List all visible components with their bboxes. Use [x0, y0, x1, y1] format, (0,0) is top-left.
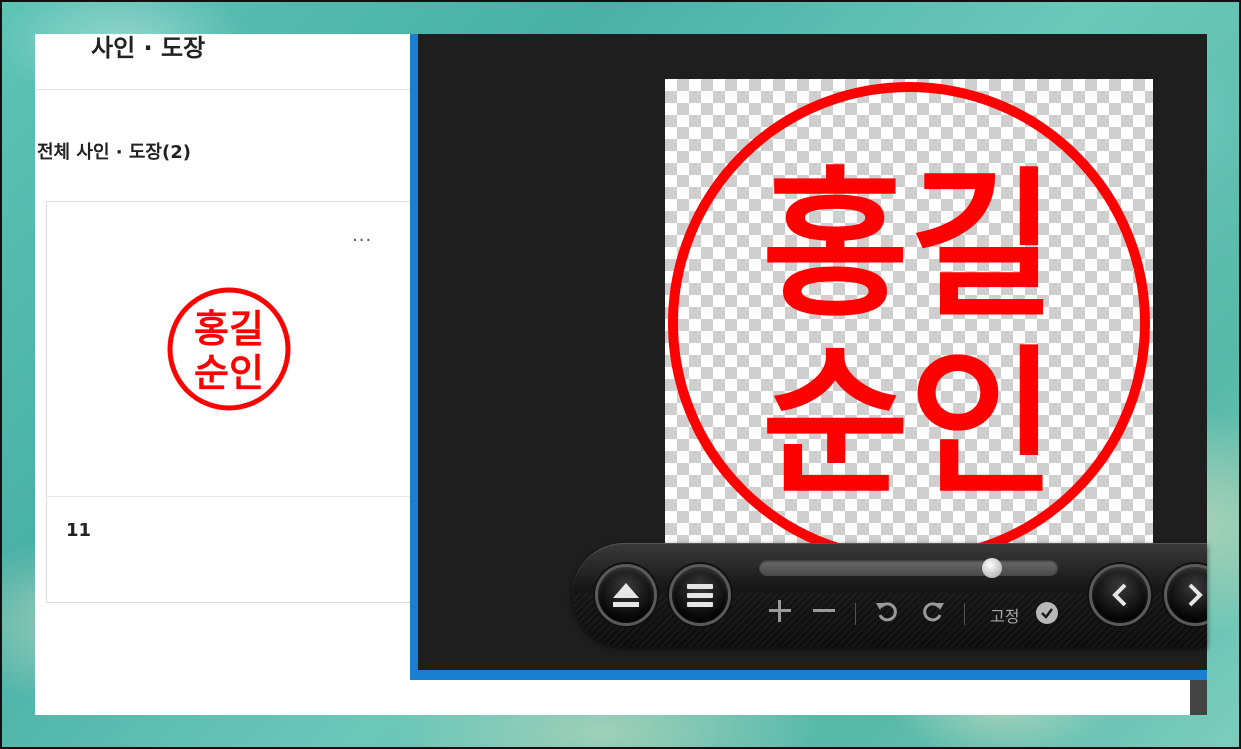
- scrollbar[interactable]: [1190, 680, 1207, 715]
- control-separator: [855, 603, 856, 625]
- menu-button[interactable]: [669, 564, 731, 626]
- page-title: 사인 · 도장: [91, 34, 206, 62]
- rotate-right-icon[interactable]: [920, 598, 946, 630]
- next-button[interactable]: [1164, 564, 1207, 626]
- stamp-text-line1-large: 홍길: [762, 152, 1056, 339]
- stamp-large-image: 홍길 순인: [668, 82, 1150, 564]
- control-separator: [964, 603, 965, 625]
- check-icon: [1041, 608, 1053, 619]
- fix-label: 고정: [990, 607, 1020, 626]
- title-divider: [35, 89, 411, 90]
- fix-toggle[interactable]: [1036, 602, 1058, 624]
- stamp-card[interactable]: ··· 홍길 순인 11: [46, 201, 426, 603]
- viewer-control-bar: 고정: [572, 543, 1207, 647]
- stamp-thumbnail-image: 홍길 순인: [167, 287, 291, 411]
- eject-button[interactable]: [595, 564, 657, 626]
- menu-icon: [687, 584, 713, 607]
- stamp-name: 11: [66, 520, 92, 541]
- previous-button[interactable]: [1089, 564, 1151, 626]
- progress-slider[interactable]: [759, 560, 1058, 576]
- eject-icon: [613, 583, 639, 607]
- stamp-text-line1: 홍길: [194, 307, 264, 351]
- stamp-thumbnail: 홍길 순인: [47, 202, 425, 496]
- zoom-in-icon[interactable]: [767, 598, 793, 630]
- section-label: 전체 사인 · 도장(2): [37, 142, 191, 163]
- card-divider: [47, 496, 425, 497]
- stamp-text-line2-large: 순인: [762, 330, 1056, 517]
- next-icon: [1188, 583, 1203, 607]
- rotate-left-icon[interactable]: [874, 598, 900, 630]
- prev-icon: [1112, 583, 1127, 607]
- viewer-image: 홍길 순인: [665, 79, 1153, 567]
- stamp-text-line2: 순인: [194, 351, 264, 395]
- zoom-out-icon[interactable]: [811, 598, 837, 630]
